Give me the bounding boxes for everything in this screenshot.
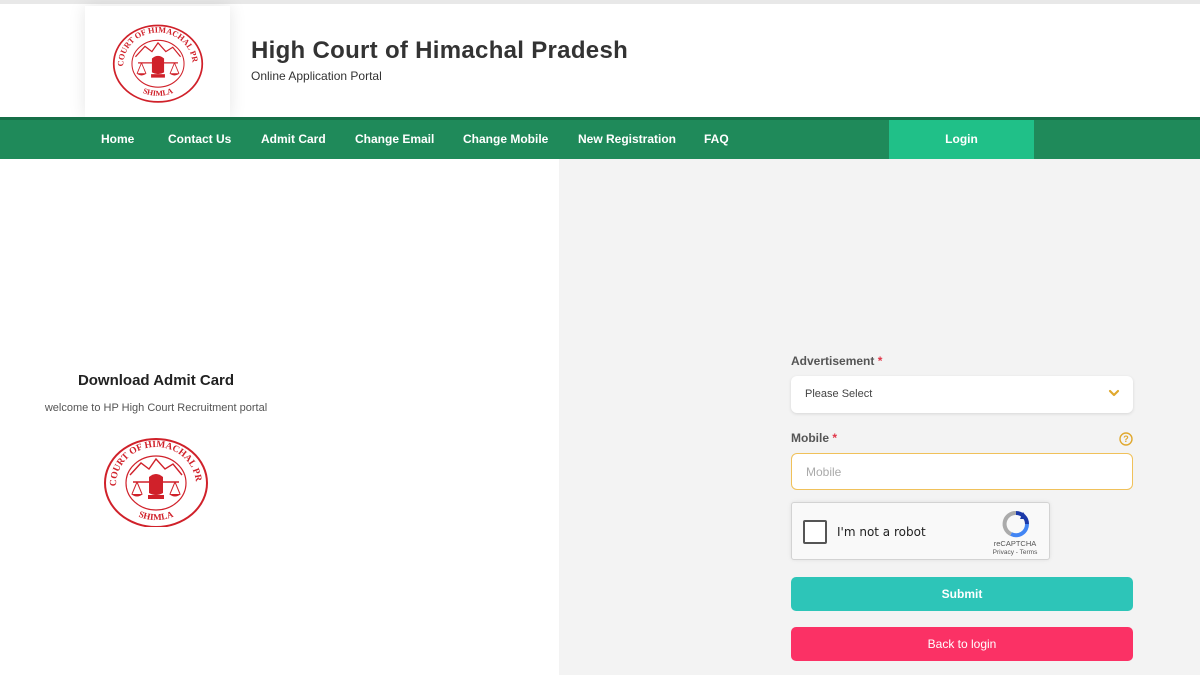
high-court-emblem-logo: HIGH COURT OF HIMACHAL PRADESH SHIMLA: [112, 20, 203, 103]
left-title: Download Admit Card: [77, 372, 235, 389]
advertisement-select-value: Please Select: [805, 388, 873, 400]
back-to-login-button[interactable]: Back to login: [791, 627, 1133, 661]
svg-text:SHIMLA: SHIMLA: [141, 86, 173, 98]
svg-text:SHIMLA: SHIMLA: [138, 509, 175, 522]
left-emblem-bottom-text: SHIMLA: [138, 509, 175, 522]
nav-change-mobile[interactable]: Change Mobile: [463, 120, 548, 159]
nav-faq[interactable]: FAQ: [704, 120, 729, 159]
advertisement-label-text: Advertisement: [791, 354, 875, 368]
logo-box[interactable]: HIGH COURT OF HIMACHAL PRADESH SHIMLA: [85, 6, 230, 117]
nav-login-button[interactable]: Login: [889, 120, 1034, 159]
nav-admit-card[interactable]: Admit Card: [261, 120, 326, 159]
left-subtitle: welcome to HP High Court Recruitment por…: [44, 402, 268, 414]
site-subtitle: Online Application Portal: [251, 69, 382, 83]
recaptcha-checkbox[interactable]: [803, 520, 827, 544]
site-title: High Court of Himachal Pradesh: [251, 37, 629, 64]
submit-button[interactable]: Submit: [791, 577, 1133, 611]
chevron-down-icon: [1108, 389, 1120, 397]
mobile-input[interactable]: [791, 453, 1133, 490]
recaptcha-logo-icon: [1002, 511, 1030, 538]
recaptcha-links[interactable]: Privacy - Terms: [982, 549, 1048, 556]
question-circle-icon[interactable]: ?: [1119, 432, 1133, 446]
recaptcha-label: I'm not a robot: [837, 525, 926, 539]
nav-contact-us[interactable]: Contact Us: [168, 120, 231, 159]
emblem-bottom-text: SHIMLA: [141, 86, 173, 98]
mobile-label: Mobile *: [791, 431, 837, 445]
required-mark: *: [832, 431, 838, 445]
high-court-emblem: HIGH COURT OF HIMACHAL PRADESH SHIMLA: [103, 435, 208, 527]
advertisement-label: Advertisement *: [791, 354, 882, 368]
recaptcha-widget: I'm not a robot reCAPTCHA Privacy - Term…: [791, 502, 1050, 560]
nav-home[interactable]: Home: [101, 120, 134, 159]
left-panel: Download Admit Card welcome to HP High C…: [0, 159, 559, 675]
mobile-label-text: Mobile: [791, 431, 829, 445]
nav-change-email[interactable]: Change Email: [355, 120, 434, 159]
nav-new-registration[interactable]: New Registration: [578, 120, 676, 159]
advertisement-select[interactable]: Please Select: [791, 376, 1133, 413]
recaptcha-brand: reCAPTCHA: [993, 539, 1037, 548]
required-mark: *: [877, 354, 883, 368]
site-header: HIGH COURT OF HIMACHAL PRADESH SHIMLA Hi…: [0, 4, 1200, 117]
svg-text:?: ?: [1123, 434, 1129, 444]
main-nav: Home Contact Us Admit Card Change Email …: [0, 117, 1200, 159]
